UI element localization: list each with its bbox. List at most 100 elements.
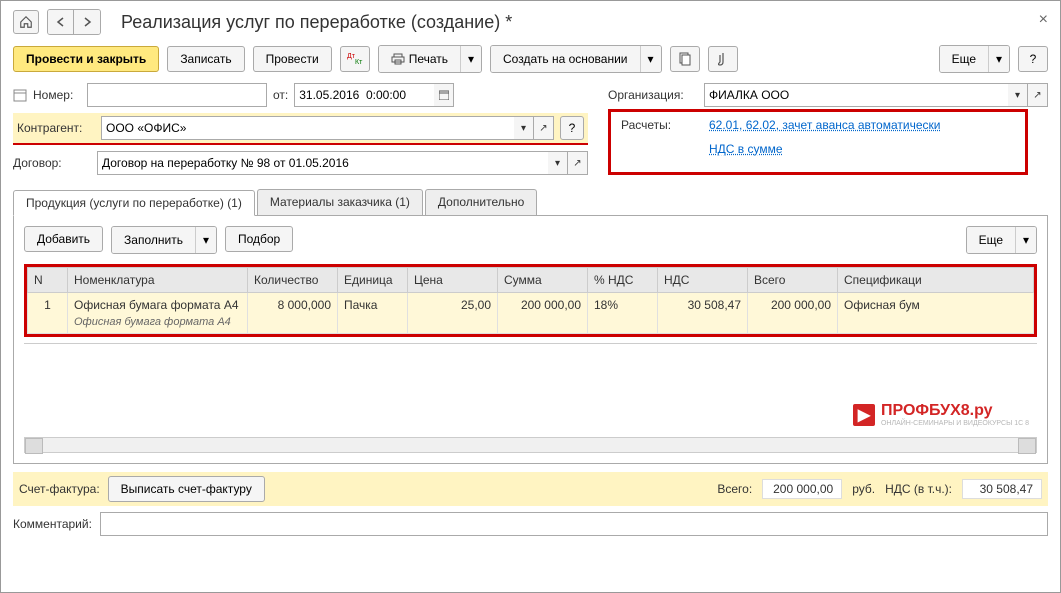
fill-split: Заполнить ▾ [111,226,217,254]
fill-button[interactable]: Заполнить [112,227,196,253]
col-unit[interactable]: Единица [338,268,408,293]
dt-kt-button[interactable]: ДтКт [340,46,370,72]
tab-products[interactable]: Продукция (услуги по переработке) (1) [13,190,255,216]
col-qty[interactable]: Количество [248,268,338,293]
tabs: Продукция (услуги по переработке) (1) Ма… [13,189,1048,216]
cell-nom[interactable]: Офисная бумага формата А4 Офисная бумага… [68,293,248,334]
number-row: Номер: от: [13,83,588,107]
contract-open-button[interactable]: ↗ [568,151,588,175]
number-input[interactable] [87,83,267,107]
calc-row: Расчеты: 62.01, 62.02, зачет аванса авто… [621,118,1015,132]
calc-link[interactable]: 62.01, 62.02, зачет аванса автоматически [709,118,940,132]
total-value: 200 000,00 [762,479,842,499]
date-label: от: [273,88,288,102]
write-invoice-button[interactable]: Выписать счет-фактуру [108,476,265,502]
date-picker-button[interactable] [434,83,454,107]
contractor-help-button[interactable]: ? [560,116,584,140]
create-based-button[interactable]: Создать на основании [491,46,641,72]
col-total[interactable]: Всего [748,268,838,293]
post-and-close-button[interactable]: Провести и закрыть [13,46,159,72]
comment-label: Комментарий: [13,517,92,531]
contractor-label: Контрагент: [17,121,95,135]
tab-more-split: Еще ▾ [966,226,1037,254]
save-button[interactable]: Записать [167,46,244,72]
org-input[interactable] [704,83,1008,107]
calc-label: Расчеты: [621,118,701,132]
files-button[interactable] [670,46,700,72]
contract-dropdown-button[interactable]: ▾ [548,151,568,175]
forward-button[interactable] [74,10,100,34]
home-button[interactable] [13,10,39,34]
contract-label: Договор: [13,156,91,170]
cell-spec[interactable]: Офисная бум [838,293,1034,334]
contractor-open-button[interactable]: ↗ [534,116,554,140]
vat-total-label: НДС (в т.ч.): [885,482,952,496]
contractor-input-group: ▾ ↗ [101,116,554,140]
fill-dropdown[interactable]: ▾ [196,227,216,253]
add-row-button[interactable]: Добавить [24,226,103,252]
tab-more-dropdown[interactable]: ▾ [1016,227,1036,253]
horizontal-scrollbar[interactable] [24,437,1037,453]
cell-n[interactable]: 1 [28,293,68,334]
contractor-dropdown-button[interactable]: ▾ [514,116,534,140]
tab-materials[interactable]: Материалы заказчика (1) [257,189,423,215]
print-split-button: Печать ▾ [378,45,482,73]
vat-link[interactable]: НДС в сумме [709,142,783,156]
post-button[interactable]: Провести [253,46,332,72]
cell-nom-text: Офисная бумага формата А4 [74,298,241,312]
col-vatpct[interactable]: % НДС [588,268,658,293]
col-n[interactable]: N [28,268,68,293]
contractor-input[interactable] [101,116,514,140]
more-dropdown[interactable]: ▾ [989,46,1009,72]
watermark-sub: ОНЛАЙН-СЕМИНАРЫ И ВИДЕОКУРСЫ 1С 8 [881,420,1029,427]
org-dropdown-button[interactable]: ▾ [1008,83,1028,107]
close-button[interactable]: × [1039,11,1048,29]
titlebar: Реализация услуг по переработке (создани… [13,9,1048,35]
watermark-text: ПРОФБУХ8.ру [881,402,1029,420]
col-nom[interactable]: Номенклатура [68,268,248,293]
calc-box: Расчеты: 62.01, 62.02, зачет аванса авто… [608,109,1028,175]
contract-input[interactable] [97,151,548,175]
col-price[interactable]: Цена [408,268,498,293]
tab-content: Добавить Заполнить ▾ Подбор Еще ▾ N Номе… [13,216,1048,464]
invoice-label: Счет-фактура: [19,482,100,496]
cell-vatpct[interactable]: 18% [588,293,658,334]
cell-vat[interactable]: 30 508,47 [658,293,748,334]
print-dropdown[interactable]: ▾ [461,46,481,72]
vat-total-value: 30 508,47 [962,479,1042,499]
tab-more-button[interactable]: Еще [967,227,1016,253]
back-button[interactable] [48,10,74,34]
nav-group [47,9,101,35]
svg-text:Кт: Кт [355,59,363,66]
print-button[interactable]: Печать [379,46,461,72]
comment-input[interactable] [100,512,1048,536]
cell-qty[interactable]: 8 000,000 [248,293,338,334]
more-button[interactable]: Еще [940,46,989,72]
org-open-button[interactable]: ↗ [1028,83,1048,107]
cell-total[interactable]: 200 000,00 [748,293,838,334]
attach-button[interactable] [708,46,738,72]
data-grid[interactable]: N Номенклатура Количество Единица Цена С… [27,267,1034,334]
cell-unit[interactable]: Пачка [338,293,408,334]
help-button[interactable]: ? [1018,46,1048,72]
org-row: Организация: ▾ ↗ [608,83,1048,107]
comment-row: Комментарий: [13,512,1048,536]
col-sum[interactable]: Сумма [498,268,588,293]
grid-empty-area: ▶ ПРОФБУХ8.ру ОНЛАЙН-СЕМИНАРЫ И ВИДЕОКУР… [24,343,1037,433]
cell-nom-sub: Офисная бумага формата А4 [74,316,241,328]
pick-button[interactable]: Подбор [225,226,293,252]
vat-row: НДС в сумме [621,142,1015,156]
table-row[interactable]: 1 Офисная бумага формата А4 Офисная бума… [28,293,1034,334]
date-input[interactable] [294,83,434,107]
tab-additional[interactable]: Дополнительно [425,189,537,215]
form-left-column: Номер: от: Контрагент: ▾ ↗ ? [13,83,588,181]
create-based-dropdown[interactable]: ▾ [641,46,661,72]
org-input-group: ▾ ↗ [704,83,1048,107]
col-vat[interactable]: НДС [658,268,748,293]
window-title: Реализация услуг по переработке (создани… [121,12,512,33]
watermark: ▶ ПРОФБУХ8.ру ОНЛАЙН-СЕМИНАРЫ И ВИДЕОКУР… [853,402,1029,427]
col-spec[interactable]: Спецификаци [838,268,1034,293]
cell-sum[interactable]: 200 000,00 [498,293,588,334]
cell-price[interactable]: 25,00 [408,293,498,334]
form-right-column: Организация: ▾ ↗ Расчеты: 62.01, 62.02, … [608,83,1048,181]
